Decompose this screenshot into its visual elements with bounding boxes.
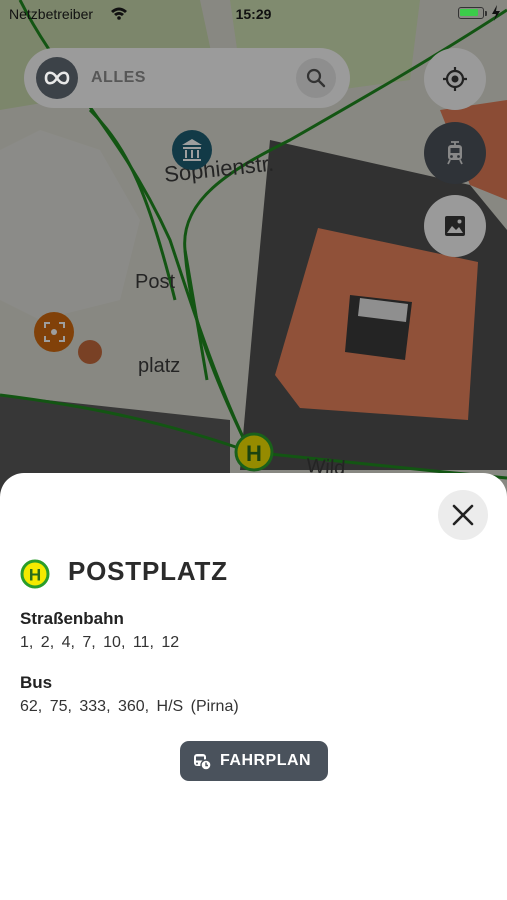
locate-icon bbox=[443, 67, 467, 91]
stop-detail-sheet: H POSTPLATZ Straßenbahn 1, 2, 4, 7, 10, … bbox=[0, 473, 507, 900]
mode-filter-button[interactable] bbox=[36, 57, 78, 99]
bus-lines: 62, 75, 333, 360, H/S (Pirna) bbox=[20, 698, 239, 715]
search-mode-label: ALLES bbox=[91, 69, 146, 86]
battery-tip bbox=[485, 11, 487, 16]
battery-level bbox=[460, 9, 478, 16]
map-style-button[interactable] bbox=[424, 195, 486, 257]
charging-bolt-icon bbox=[492, 5, 500, 21]
schedule-label: FAHRPLAN bbox=[220, 752, 312, 769]
image-icon bbox=[445, 216, 465, 236]
tram-lines: 1, 2, 4, 7, 10, 11, 12 bbox=[20, 634, 180, 651]
search-icon bbox=[306, 68, 326, 88]
tram-icon bbox=[447, 141, 463, 165]
stop-icon: H bbox=[20, 559, 50, 589]
close-button[interactable] bbox=[438, 490, 488, 540]
close-icon bbox=[452, 504, 474, 526]
schedule-button[interactable]: FAHRPLAN bbox=[180, 741, 328, 781]
tram-layer-button[interactable] bbox=[424, 122, 486, 184]
locate-button[interactable] bbox=[424, 48, 486, 110]
infinity-icon bbox=[44, 71, 70, 85]
status-bar: Netzbetreiber 15:29 bbox=[0, 0, 507, 28]
battery-icon bbox=[458, 7, 484, 19]
svg-text:H: H bbox=[29, 566, 41, 585]
tram-heading: Straßenbahn bbox=[20, 609, 124, 628]
search-button[interactable] bbox=[296, 58, 336, 98]
schedule-icon bbox=[194, 754, 212, 771]
search-bar[interactable]: ALLES bbox=[24, 48, 350, 108]
bus-heading: Bus bbox=[20, 673, 53, 692]
clock: 15:29 bbox=[235, 6, 272, 22]
stop-name: POSTPLATZ bbox=[68, 556, 228, 586]
